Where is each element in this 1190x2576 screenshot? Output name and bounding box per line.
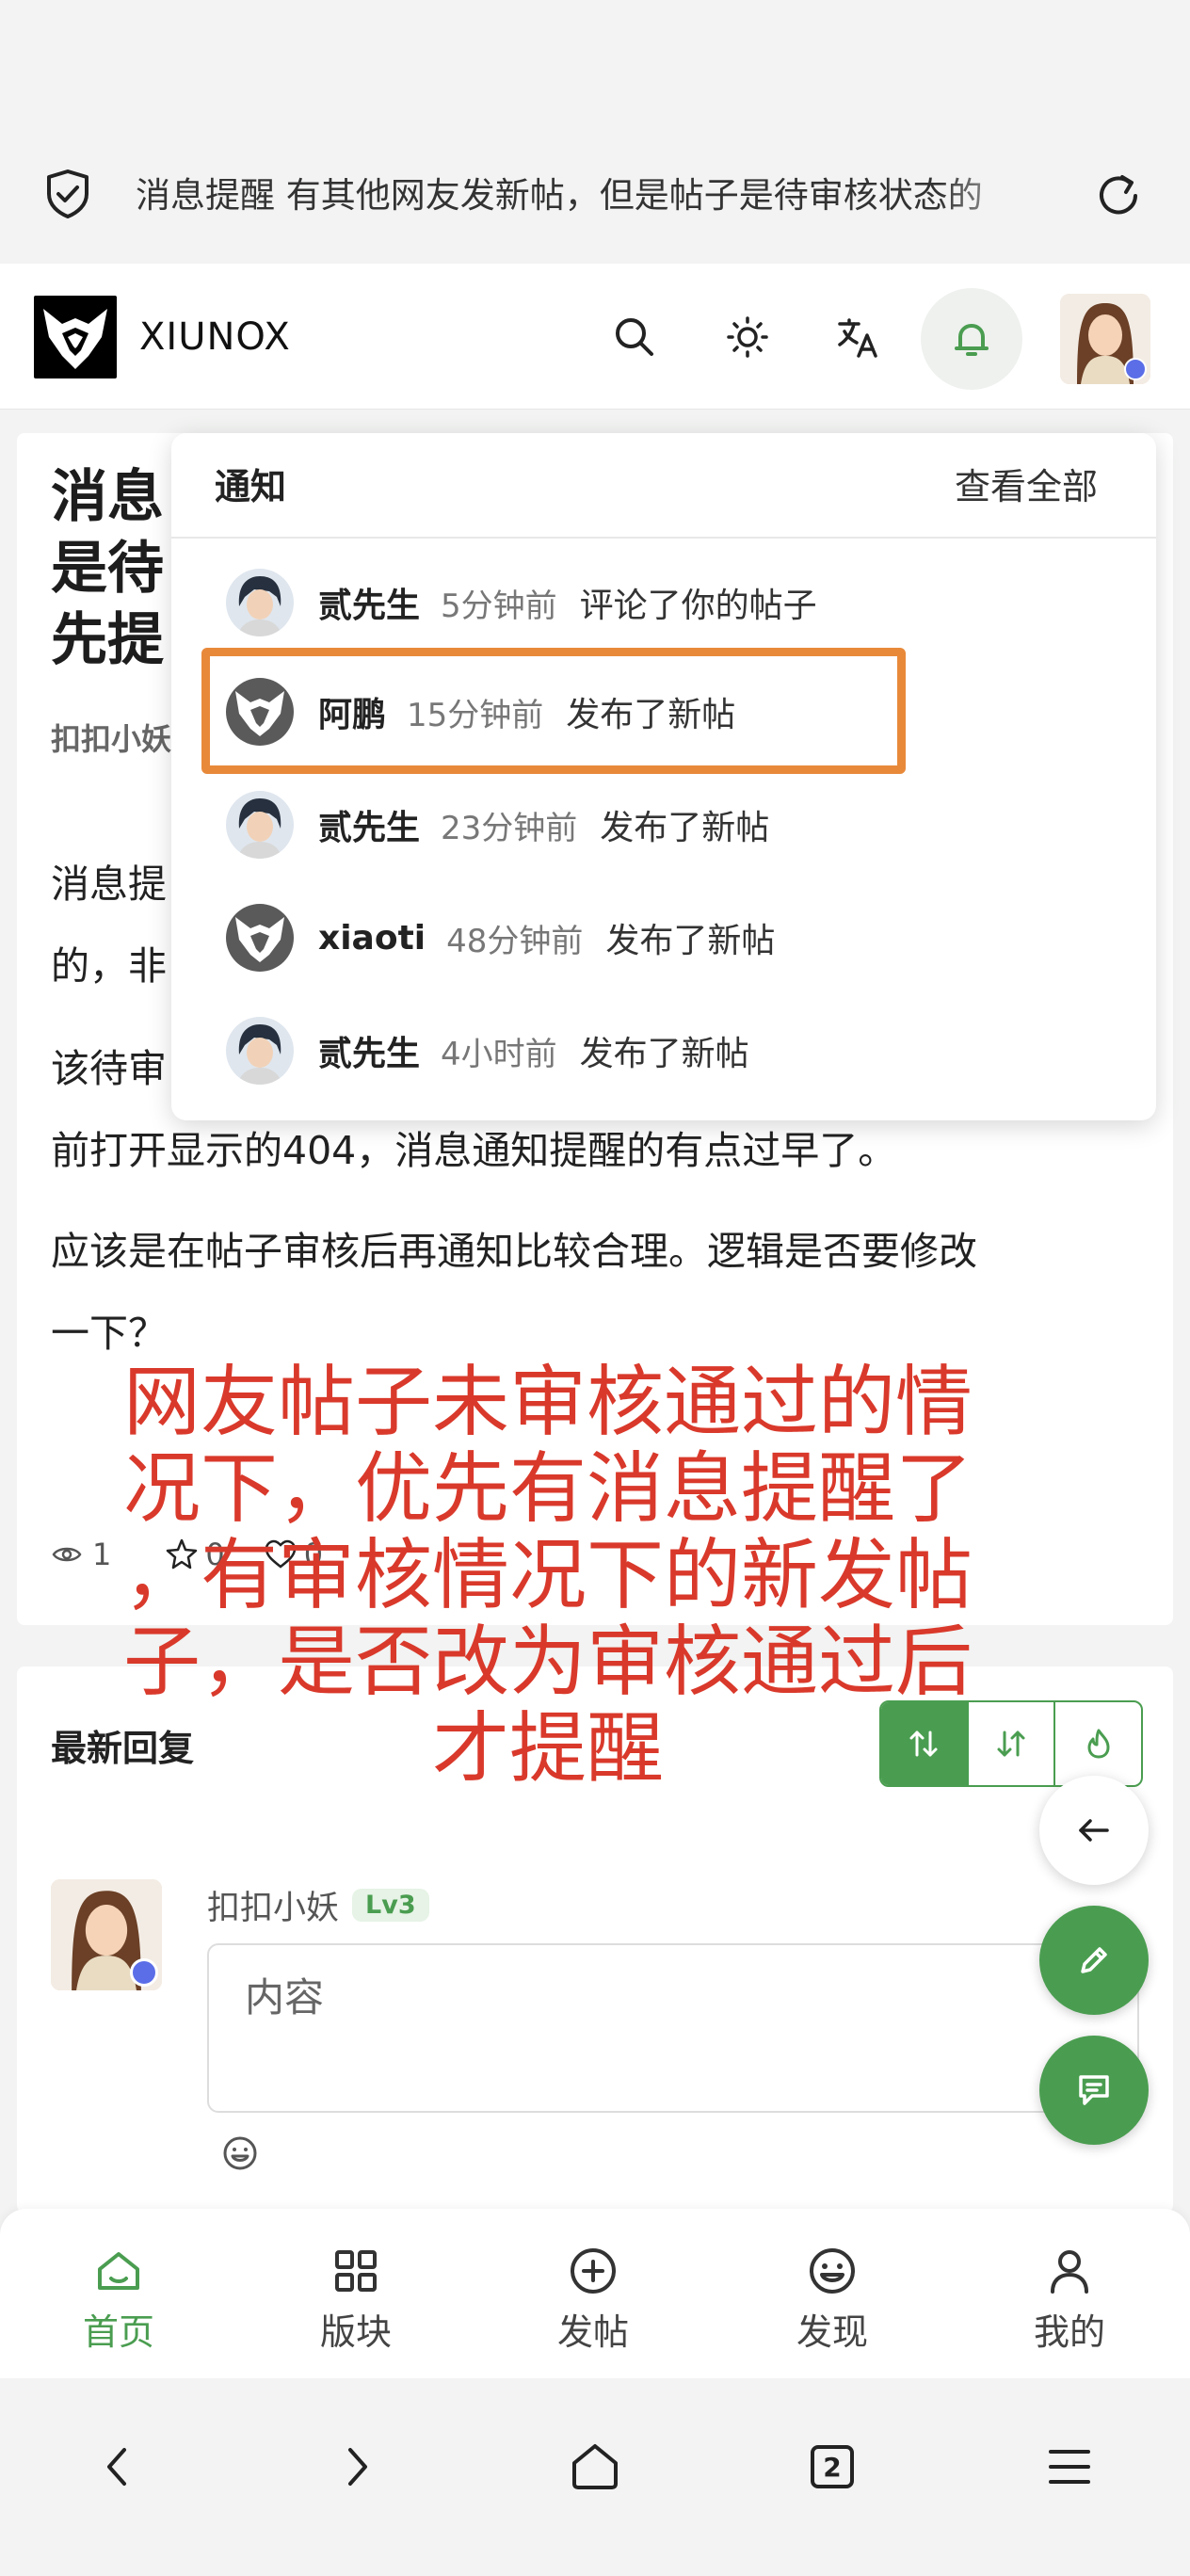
notification-time: 4小时前 [441,1035,557,1073]
tab-label: 发帖 [556,2311,629,2353]
avatar [226,1017,294,1085]
tab-label: 发现 [796,2311,868,2353]
tab-mine[interactable]: 我的 [985,2245,1154,2355]
user-avatar[interactable] [1060,294,1150,384]
notification-item[interactable]: 贰先生 5分钟前 评论了你的帖子 [226,567,817,638]
reply-username[interactable]: 扣扣小妖 [207,1881,339,1929]
reply-avatar [51,1879,162,1990]
flame-icon [1087,1729,1110,1759]
notification-action: 评论了你的帖子 [579,587,817,625]
grid-icon [335,2250,377,2292]
emoji-icon[interactable] [220,2133,260,2173]
reload-icon[interactable] [1092,169,1145,222]
tab-label: 版块 [319,2311,392,2353]
chevron-left-icon [107,2448,126,2486]
tab-home[interactable]: 首页 [34,2245,203,2355]
home-icon [98,2252,139,2290]
notification-action: 发布了新帖 [600,809,770,847]
new-post-button[interactable] [1039,1906,1149,2015]
notification-user[interactable]: 贰先生 [318,578,420,627]
post-author[interactable]: 扣扣小妖 [51,716,171,759]
shield-check-icon[interactable] [41,168,94,220]
avatar [226,569,294,636]
search-icon[interactable] [601,303,668,371]
url-text[interactable]: 消息提醒 有其他网友发新帖，但是帖子是待审核状态的 [136,169,1049,222]
notification-user[interactable]: xiaoti [318,919,426,958]
notification-item[interactable]: xiaoti 48分钟前 发布了新帖 [226,902,775,974]
back-button[interactable] [1039,1776,1149,1885]
tab-label: 首页 [82,2311,154,2353]
menu-icon [1049,2450,1090,2484]
avatar [226,791,294,859]
brand-name[interactable]: XIUNOX [139,309,291,365]
chevron-right-icon [348,2448,367,2486]
arrow-left-icon [1079,1819,1109,1842]
post-paragraph-3: 应该是在帖子审核后再通知比较合理。逻辑是否要修改 一下？ [51,1229,977,1356]
notification-button[interactable] [921,288,1022,390]
tab-post[interactable]: 发帖 [508,2245,678,2355]
sort-desc-icon [997,1731,1025,1757]
notification-action: 发布了新帖 [605,922,776,960]
plus-circle-icon [571,2248,616,2294]
avatar [226,904,294,972]
browser-home-button[interactable] [548,2420,642,2514]
browser-back-button[interactable] [72,2420,166,2514]
notification-time: 5分钟前 [441,587,557,625]
reply-user: 扣扣小妖 Lv3 [207,1881,429,1929]
divider [171,537,1156,539]
browser-forward-button[interactable] [309,2420,403,2514]
bell-icon [955,324,989,356]
highlight-box [201,648,906,774]
translate-icon[interactable] [825,303,892,371]
message-icon [1079,2075,1109,2105]
browser-url-bar [0,0,1190,264]
user-icon [1051,2250,1088,2294]
sun-icon[interactable] [714,303,781,371]
tab-label: 我的 [1033,2311,1105,2353]
chat-button[interactable] [1039,2036,1149,2145]
notification-time: 48分钟前 [446,922,584,960]
browser-menu-button[interactable] [1022,2420,1117,2514]
tab-boards[interactable]: 版块 [271,2245,441,2355]
browser-tabs-button[interactable]: 2 [785,2420,879,2514]
tab-discover[interactable]: 发现 [748,2245,917,2355]
tab-count: 2 [811,2445,854,2488]
smile-icon [810,2248,855,2294]
notification-item[interactable]: 贰先生 23分钟前 发布了新帖 [226,789,769,861]
xiunox-logo[interactable] [34,296,117,378]
reply-input[interactable]: 内容 [207,1943,1139,2113]
level-badge: Lv3 [352,1889,429,1922]
notification-user[interactable]: 贰先生 [318,1026,420,1075]
pencil-icon [1081,1947,1107,1973]
notification-time: 23分钟前 [441,809,578,847]
notification-user[interactable]: 贰先生 [318,800,420,849]
annotation-text: 网友帖子未审核通过的情 况下，优先有消息提醒了 ，有审核情况下的新发帖 子，是否… [122,1358,973,1794]
view-all-link[interactable]: 查看全部 [955,458,1098,509]
eye-icon [52,1547,82,1562]
notification-item[interactable]: 贰先生 4小时前 发布了新帖 [226,1015,749,1087]
notification-title: 通知 [215,466,287,507]
sort-hot-button[interactable] [1055,1702,1141,1785]
notification-action: 发布了新帖 [579,1035,749,1073]
home-outline-icon [572,2444,618,2489]
